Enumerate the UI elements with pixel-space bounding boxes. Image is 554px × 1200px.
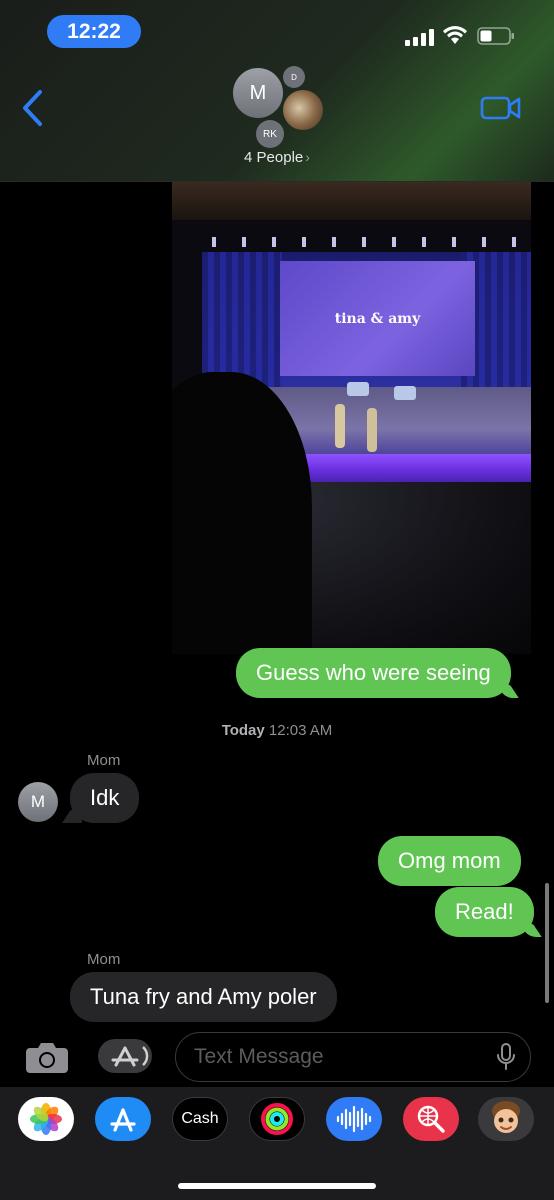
photo-chair xyxy=(394,386,416,400)
cash-label: Cash xyxy=(181,1110,219,1127)
chevron-right-icon: › xyxy=(305,149,310,165)
avatar-d: D xyxy=(283,66,305,88)
app-store-a-icon xyxy=(110,1108,136,1132)
cellular-signal-icon xyxy=(405,28,434,46)
message-text-field[interactable]: Text Message xyxy=(175,1032,531,1082)
memoji-face-icon xyxy=(492,1101,520,1133)
app-store-icon xyxy=(111,1046,149,1067)
battery-icon xyxy=(477,27,514,45)
photos-flower-icon xyxy=(30,1103,62,1135)
scrollbar[interactable] xyxy=(545,883,549,1003)
apple-cash-app-icon[interactable]: Cash xyxy=(172,1097,228,1141)
audio-waveform-icon xyxy=(336,1105,372,1133)
globe-search-icon xyxy=(417,1105,445,1133)
image-search-app-icon[interactable] xyxy=(403,1097,459,1141)
conversation-header: 12:22 M D RK 4 People › xyxy=(0,0,554,182)
microphone-icon[interactable] xyxy=(496,1043,516,1071)
avatar-photo xyxy=(283,90,323,130)
wifi-icon xyxy=(443,26,467,44)
message-timestamp: Today 12:03 AM xyxy=(0,722,554,739)
facetime-video-icon[interactable] xyxy=(480,94,522,122)
sender-avatar[interactable]: M xyxy=(18,782,58,822)
text-field-placeholder: Text Message xyxy=(194,1045,324,1068)
received-message-bubble[interactable]: Idk xyxy=(70,773,140,823)
status-time[interactable]: 12:22 xyxy=(47,15,141,48)
received-message-bubble[interactable]: Tuna fry and Amy poler xyxy=(70,972,337,1022)
timestamp-time: 12:03 AM xyxy=(268,722,333,739)
sent-message-bubble[interactable]: Omg mom xyxy=(378,836,521,886)
photo-chair xyxy=(347,382,369,396)
group-members-link[interactable]: 4 People › xyxy=(0,149,554,166)
home-indicator[interactable] xyxy=(178,1183,376,1189)
activity-rings-icon xyxy=(261,1103,293,1135)
back-chevron-icon[interactable] xyxy=(20,88,46,128)
memoji-app-icon[interactable] xyxy=(478,1097,534,1141)
photo-screen-text: tina & amy xyxy=(334,310,421,327)
avatar-m: M xyxy=(233,68,283,118)
photo-performer xyxy=(367,408,377,452)
sender-name: Mom xyxy=(87,752,121,769)
voice-memos-app-icon[interactable] xyxy=(326,1097,382,1141)
photos-app-icon[interactable] xyxy=(18,1097,74,1141)
timestamp-day: Today xyxy=(221,722,265,739)
photo-projection-screen: tina & amy xyxy=(280,261,475,376)
sent-message-bubble[interactable]: Read! xyxy=(435,887,534,937)
group-avatar-cluster[interactable]: M D RK xyxy=(230,66,330,150)
avatar-rk: RK xyxy=(256,120,284,148)
photo-stage-lights xyxy=(212,237,531,247)
app-store-app-icon[interactable] xyxy=(95,1097,151,1141)
sender-name: Mom xyxy=(87,951,121,968)
people-count-label: 4 People xyxy=(244,149,304,166)
photo-message[interactable]: tina & amy xyxy=(172,182,531,654)
photo-ceiling xyxy=(172,182,531,220)
app-store-drawer-button[interactable] xyxy=(98,1039,152,1073)
sent-message-bubble[interactable]: Guess who were seeing xyxy=(236,648,511,698)
compose-bar: Text Message xyxy=(0,1025,554,1087)
camera-icon[interactable] xyxy=(24,1040,70,1074)
photo-performer xyxy=(335,404,345,448)
activity-app-icon[interactable] xyxy=(249,1097,305,1141)
